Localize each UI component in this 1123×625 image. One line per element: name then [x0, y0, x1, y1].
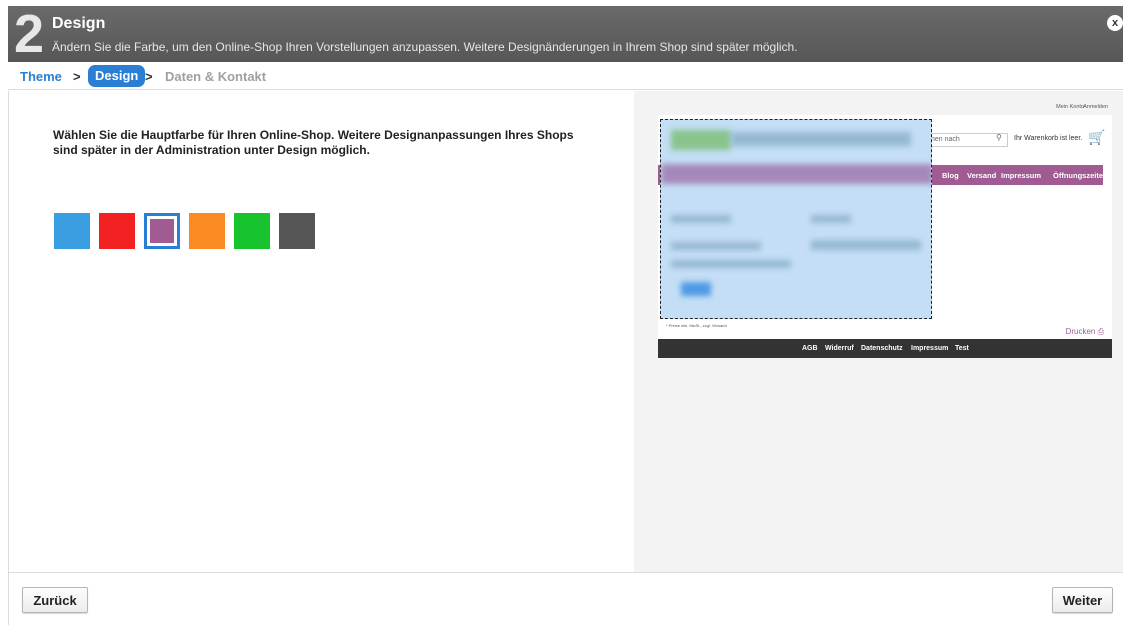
preview-footer: AGB Widerruf Datenschutz Impressum Test [658, 339, 1112, 358]
color-selection-panel: Wählen Sie die Hauptfarbe für Ihren Onli… [8, 91, 634, 572]
breadcrumb-separator: > [73, 69, 81, 84]
preview-footer-item: Test [955, 345, 969, 352]
step-description: Ändern Sie die Farbe, um den Online-Shop… [52, 40, 798, 54]
swatch-green[interactable] [234, 213, 270, 249]
printer-icon: ⎙ [1097, 327, 1104, 336]
preview-footer-item: Impressum [911, 345, 949, 352]
next-button[interactable]: Weiter [1052, 587, 1113, 613]
preview-footer-item: AGB [802, 345, 818, 352]
close-button[interactable]: x [1107, 15, 1123, 31]
swatch-gray[interactable] [279, 213, 315, 249]
step-title: Design [52, 15, 106, 32]
swatch-red[interactable] [99, 213, 135, 249]
breadcrumb-daten-kontakt: Daten & Kontakt [165, 69, 267, 84]
preview-page: hen nach ⚲ Ihr Warenkorb ist leer. 🛒 Blo… [658, 115, 1112, 339]
preview-panel: Mein Konto Anmelden hen nach ⚲ Ihr Waren… [634, 91, 1123, 572]
preview-price-note: * Preise inkl. MwSt., zzgl. Versand [666, 323, 727, 328]
breadcrumb-design[interactable]: Design [88, 65, 146, 87]
breadcrumb-separator: > [145, 69, 153, 84]
swatch-orange[interactable] [189, 213, 225, 249]
back-button[interactable]: Zurück [22, 587, 88, 613]
preview-print-label: Drucken [1065, 327, 1096, 336]
preview-nav-item: Öffnungszeite [1053, 171, 1103, 180]
cart-icon: 🛒 [1088, 129, 1106, 145]
wizard-header: 2 Design Ändern Sie die Farbe, um den On… [8, 4, 1123, 64]
wizard-footer: Zurück Weiter [8, 572, 1123, 625]
breadcrumb-theme[interactable]: Theme [20, 69, 62, 84]
search-icon: ⚲ [996, 133, 1002, 142]
preview-print-link: Drucken ⎙ [1066, 327, 1104, 337]
swatch-blue[interactable] [54, 213, 90, 249]
design-wizard: 2 Design Ändern Sie die Farbe, um den On… [8, 4, 1123, 625]
swatch-purple[interactable] [144, 213, 180, 249]
preview-nav-item: Blog [942, 171, 959, 180]
preview-konto-link: Mein Konto [1056, 104, 1084, 110]
instruction-text: Wählen Sie die Hauptfarbe für Ihren Onli… [53, 128, 574, 157]
preview-anmelden-link: Anmelden [1083, 104, 1108, 110]
breadcrumb: Theme > Design > Daten & Kontakt [8, 62, 1123, 90]
preview-cart-text: Ihr Warenkorb ist leer. [1014, 135, 1083, 142]
preview-nav-item: Versand [967, 171, 997, 180]
main-content: Wählen Sie die Hauptfarbe für Ihren Onli… [8, 91, 1123, 572]
preview-footer-item: Datenschutz [861, 345, 903, 352]
preview-blurred-area [660, 119, 932, 319]
preview-nav-item: Impressum [1001, 171, 1042, 180]
swatch-purple-fill [150, 219, 174, 243]
preview-topbar: Mein Konto Anmelden [658, 101, 1112, 115]
shop-preview: Mein Konto Anmelden hen nach ⚲ Ihr Waren… [658, 101, 1112, 358]
step-number: 2 [14, 4, 45, 64]
preview-footer-item: Widerruf [825, 345, 854, 352]
